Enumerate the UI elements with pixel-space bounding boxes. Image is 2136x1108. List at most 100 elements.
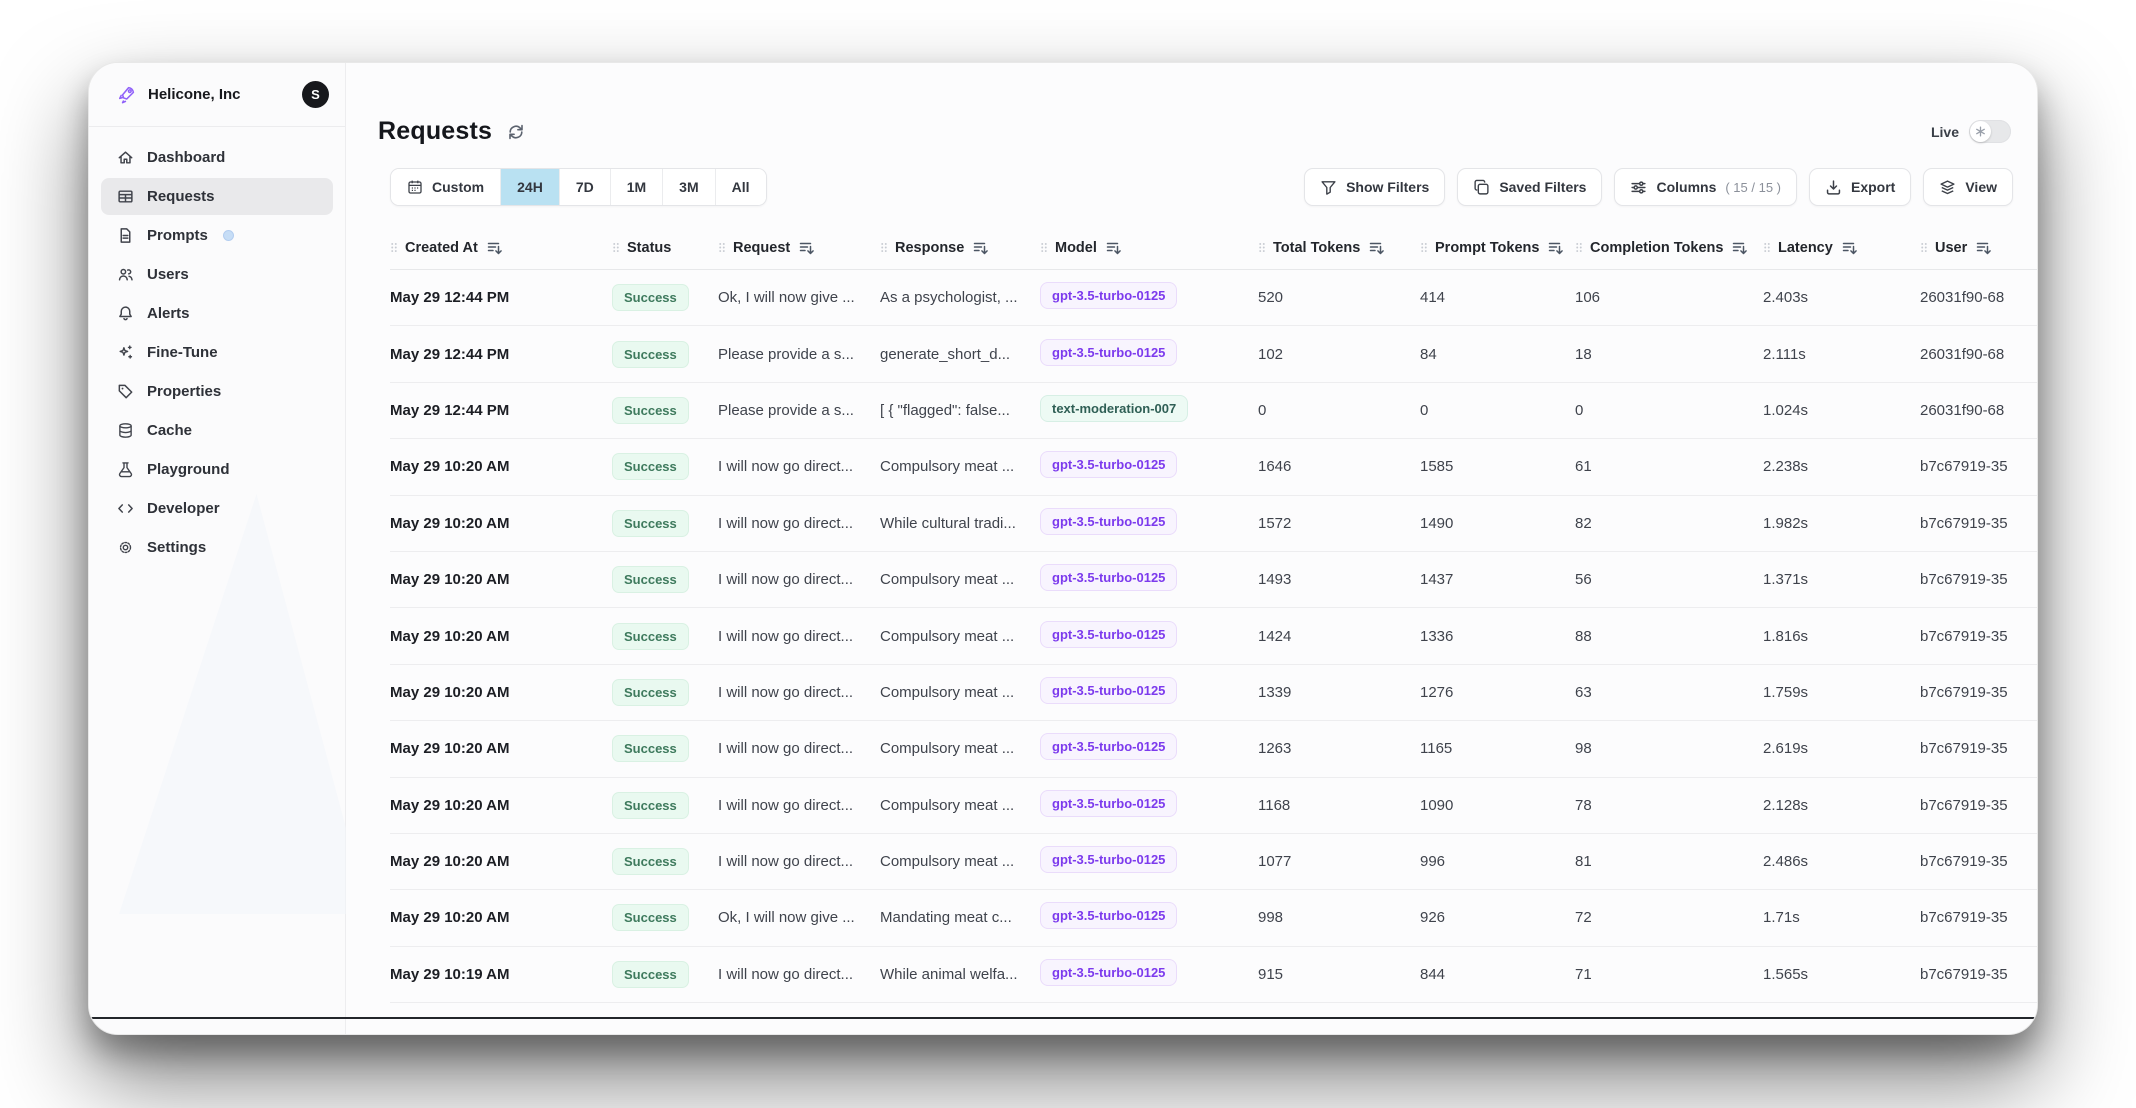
- show-filters-label: Show Filters: [1346, 179, 1429, 195]
- main-content: Requests Live Custom 24H: [346, 63, 2037, 1034]
- col-header-request[interactable]: Request: [718, 240, 880, 256]
- sidebar-item-label: Alerts: [147, 305, 190, 322]
- sidebar-item-cache[interactable]: Cache: [101, 412, 333, 449]
- table-row[interactable]: May 29 10:20 AM Success I will now go di…: [390, 721, 2037, 777]
- col-header-latency[interactable]: Latency: [1763, 240, 1920, 256]
- sidebar-item-playground[interactable]: Playground: [101, 451, 333, 488]
- table-row[interactable]: May 29 12:44 PM Success Please provide a…: [390, 383, 2037, 439]
- col-header-prompt-tokens[interactable]: Prompt Tokens: [1420, 240, 1575, 256]
- saved-filters-button[interactable]: Saved Filters: [1457, 168, 1602, 206]
- cell-total-tokens: 520: [1258, 289, 1420, 306]
- cell-response: While cultural tradi...: [880, 515, 1040, 532]
- cell-status: Success: [612, 397, 718, 424]
- col-header-user[interactable]: User: [1920, 240, 2037, 256]
- cell-latency: 1.816s: [1763, 628, 1920, 645]
- table-row[interactable]: May 29 10:20 AM Success I will now go di…: [390, 834, 2037, 890]
- cell-response: Compulsory meat ...: [880, 797, 1040, 814]
- cell-latency: 1.024s: [1763, 402, 1920, 419]
- cell-model: gpt-3.5-turbo-0125: [1040, 508, 1258, 539]
- sidebar-item-properties[interactable]: Properties: [101, 373, 333, 410]
- sidebar-item-requests[interactable]: Requests: [101, 178, 333, 215]
- status-badge: Success: [612, 904, 689, 931]
- time-range-3m[interactable]: 3M: [663, 169, 715, 205]
- sidebar-item-users[interactable]: Users: [101, 256, 333, 293]
- time-range-custom[interactable]: Custom: [391, 169, 501, 205]
- layers-icon: [1939, 179, 1956, 196]
- sidebar-item-settings[interactable]: Settings: [101, 529, 333, 566]
- drag-handle-icon: [1040, 241, 1048, 254]
- col-header-total-tokens[interactable]: Total Tokens: [1258, 240, 1420, 256]
- model-badge: gpt-3.5-turbo-0125: [1040, 621, 1177, 648]
- cell-created-at: May 29 10:20 AM: [390, 909, 612, 926]
- cell-completion-tokens: 56: [1575, 571, 1763, 588]
- table-row[interactable]: May 29 10:20 AM Success I will now go di…: [390, 496, 2037, 552]
- table-row[interactable]: May 29 10:20 AM Success I will now go di…: [390, 778, 2037, 834]
- cell-latency: 1.982s: [1763, 515, 1920, 532]
- table-row[interactable]: May 29 12:44 PM Success Ok, I will now g…: [390, 270, 2037, 326]
- table-row[interactable]: May 29 12:44 PM Success Please provide a…: [390, 326, 2037, 382]
- cell-response: Mandating meat c...: [880, 909, 1040, 926]
- cell-created-at: May 29 12:44 PM: [390, 289, 612, 306]
- export-button[interactable]: Export: [1809, 168, 1911, 206]
- sliders-icon: [1630, 179, 1647, 196]
- cell-model: gpt-3.5-turbo-0125: [1040, 902, 1258, 933]
- org-switcher[interactable]: Helicone, Inc S: [89, 63, 345, 126]
- col-header-model[interactable]: Model: [1040, 240, 1258, 256]
- sidebar-item-dashboard[interactable]: Dashboard: [101, 139, 333, 176]
- cell-request: I will now go direct...: [718, 684, 880, 701]
- cell-response: Compulsory meat ...: [880, 458, 1040, 475]
- cell-request: I will now go direct...: [718, 571, 880, 588]
- cell-response: Compulsory meat ...: [880, 628, 1040, 645]
- gear-icon: [117, 539, 134, 556]
- cell-latency: 2.111s: [1763, 346, 1920, 363]
- live-toggle[interactable]: [1969, 120, 2011, 143]
- sidebar-item-label: Users: [147, 266, 189, 283]
- cell-latency: 1.759s: [1763, 684, 1920, 701]
- time-range-label: 1M: [627, 179, 646, 195]
- show-filters-button[interactable]: Show Filters: [1304, 168, 1445, 206]
- cell-created-at: May 29 10:20 AM: [390, 684, 612, 701]
- cell-latency: 1.371s: [1763, 571, 1920, 588]
- status-badge: Success: [612, 792, 689, 819]
- cell-status: Success: [612, 284, 718, 311]
- sidebar-item-developer[interactable]: Developer: [101, 490, 333, 527]
- cell-response: generate_short_d...: [880, 346, 1040, 363]
- refresh-icon[interactable]: [506, 122, 526, 142]
- cell-status: Success: [612, 453, 718, 480]
- table-row[interactable]: May 29 10:20 AM Success I will now go di…: [390, 439, 2037, 495]
- cell-model: gpt-3.5-turbo-0125: [1040, 677, 1258, 708]
- export-label: Export: [1851, 179, 1895, 195]
- drag-handle-icon: [718, 241, 726, 254]
- time-range-all[interactable]: All: [716, 169, 766, 205]
- col-header-status[interactable]: Status: [612, 240, 718, 256]
- user-avatar[interactable]: S: [302, 81, 329, 108]
- table-row[interactable]: May 29 10:20 AM Success I will now go di…: [390, 552, 2037, 608]
- tag-icon: [117, 383, 134, 400]
- cell-user: 26031f90-68: [1920, 402, 2037, 419]
- columns-button[interactable]: Columns ( 15 / 15 ): [1614, 168, 1797, 206]
- cell-prompt-tokens: 84: [1420, 346, 1575, 363]
- time-range-1m[interactable]: 1M: [611, 169, 663, 205]
- filter-row: Custom 24H 7D 1M 3M All Show Filters Sav…: [346, 146, 2037, 206]
- table-row[interactable]: May 29 10:19 AM Success I will now go di…: [390, 947, 2037, 1003]
- time-range-7d[interactable]: 7D: [560, 169, 611, 205]
- bell-icon: [117, 305, 134, 322]
- cell-prompt-tokens: 414: [1420, 289, 1575, 306]
- sidebar-item-alerts[interactable]: Alerts: [101, 295, 333, 332]
- col-header-completion-tokens[interactable]: Completion Tokens: [1575, 240, 1763, 256]
- sidebar-item-fine-tune[interactable]: Fine-Tune: [101, 334, 333, 371]
- time-range-24h[interactable]: 24H: [501, 169, 560, 205]
- sidebar-item-prompts[interactable]: Prompts: [101, 217, 333, 254]
- sparkles-icon: [117, 344, 134, 361]
- table-row[interactable]: May 29 10:20 AM Success I will now go di…: [390, 608, 2037, 664]
- org-name: Helicone, Inc: [148, 86, 290, 103]
- table-row[interactable]: May 29 10:20 AM Success Ok, I will now g…: [390, 890, 2037, 946]
- cell-model: gpt-3.5-turbo-0125: [1040, 564, 1258, 595]
- col-header-created-at[interactable]: Created At: [390, 240, 612, 256]
- table-row[interactable]: May 29 10:20 AM Success I will now go di…: [390, 665, 2037, 721]
- status-badge: Success: [612, 566, 689, 593]
- cell-request: Ok, I will now give ...: [718, 289, 880, 306]
- cell-created-at: May 29 10:20 AM: [390, 458, 612, 475]
- view-button[interactable]: View: [1923, 168, 2013, 206]
- col-header-response[interactable]: Response: [880, 240, 1040, 256]
